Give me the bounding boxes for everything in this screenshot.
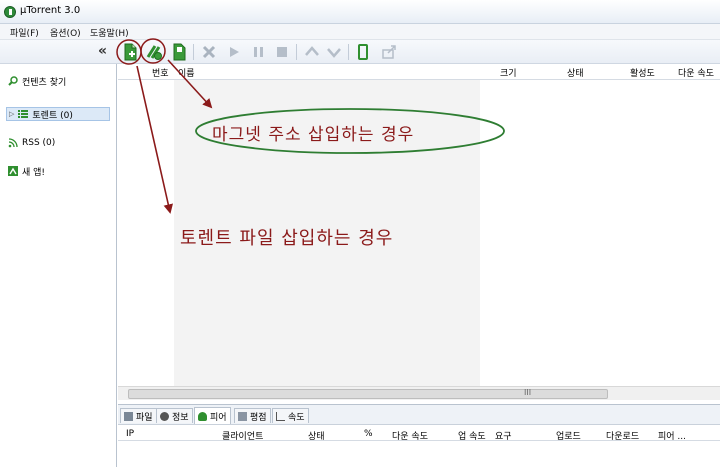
menu-options[interactable]: 옵션(O) [50,26,81,39]
menu-help[interactable]: 도움말(H) [90,26,129,39]
speed-graph-icon [276,411,285,421]
tab-files[interactable]: 파일 [120,408,157,423]
column-header-peer-status[interactable]: 상태 [308,429,325,442]
column-header-ip[interactable]: IP [126,429,134,439]
tab-info[interactable]: 정보 [156,408,193,423]
toolbar: « [0,40,720,64]
column-header-peer-download-speed[interactable]: 다운 속도 [392,429,428,442]
peers-icon [198,411,207,421]
column-header-name[interactable]: 이름 [178,66,195,79]
folder-icon [124,411,133,421]
peers-list: IP 클라이언트 상태 % 다운 속도 업 속도 요구 업로드 다운로드 피어 … [118,424,720,467]
sidebar-item-torrents[interactable]: ▷ 토렌트 (0) [6,107,110,121]
remote-device-icon[interactable] [354,43,372,61]
peers-list-header: IP 클라이언트 상태 % 다운 속도 업 속도 요구 업로드 다운로드 피어 … [118,427,720,442]
torrent-file-annotation-label: 토렌트 파일 삽입하는 경우 [180,228,394,249]
column-header-size[interactable]: 크기 [500,66,517,79]
toolbar-separator [296,44,297,60]
tab-speed[interactable]: 속도 [272,408,309,423]
toolbar-separator [193,44,194,60]
tab-label: 피어 [210,412,227,423]
detail-tabs: 파일 정보 피어 평점 속도 [118,404,720,424]
ratings-icon [238,411,247,421]
apps-icon [8,166,18,176]
column-header-number[interactable]: 번호 [152,66,169,79]
scrollbar-thumb[interactable] [128,389,608,399]
menu-file[interactable]: 파일(F) [10,26,39,39]
column-header-client[interactable]: 클라이언트 [222,429,263,442]
magnet-annotation-label: 마그넷 주소 삽입하는 경우 [212,125,415,145]
title-bar: µTorrent 3.0 [0,0,720,24]
sidebar-item-label: RSS (0) [22,138,56,148]
column-header-peers[interactable]: 피어 ... [658,429,686,442]
move-down-icon[interactable] [325,43,343,61]
column-header-availability[interactable]: 활성도 [630,66,655,79]
column-header-requests[interactable]: 요구 [495,429,512,442]
utorrent-logo-icon [4,6,16,18]
column-header-download-speed[interactable]: 다운 속도 [678,66,714,79]
stop-icon[interactable] [273,43,291,61]
column-header-uploaded[interactable]: 업로드 [556,429,581,442]
tab-ratings[interactable]: 평점 [234,408,271,423]
torrent-list-icon [18,110,29,118]
horizontal-scrollbar[interactable]: III [118,386,720,400]
move-up-icon[interactable] [303,43,321,61]
sidebar-item-label: 토렌트 (0) [32,110,73,121]
window-title: µTorrent 3.0 [20,5,81,16]
sidebar-item-find-content[interactable]: 컨텐츠 찾기 [8,74,66,88]
menu-bar: 파일(F) 옵션(O) 도움말(H) [0,24,720,40]
add-torrent-icon[interactable] [121,43,139,61]
tab-label: 속도 [288,412,305,423]
search-icon [8,76,18,86]
expand-arrow-icon[interactable]: ▷ [9,110,14,118]
column-header-downloaded[interactable]: 다운로드 [606,429,639,442]
tab-label: 평점 [250,412,267,423]
column-header-percent[interactable]: % [364,429,373,439]
tab-label: 정보 [172,412,189,423]
torrent-list-header: 번호 이름 크기 상태 활성도 다운 속도 [118,64,720,80]
remove-torrent-icon[interactable] [200,43,218,61]
create-torrent-icon[interactable] [170,43,188,61]
column-header-status[interactable]: 상태 [567,66,584,79]
sidebar-item-apps[interactable]: 새 앱! [8,164,45,178]
info-icon [160,411,169,421]
tab-peers[interactable]: 피어 [194,407,231,424]
collapse-sidebar-button[interactable]: « [98,43,107,59]
sidebar-item-rss[interactable]: RSS (0) [8,136,55,150]
column-header-upload-speed[interactable]: 업 속도 [458,429,486,442]
add-magnet-link-icon[interactable] [145,43,163,61]
share-icon[interactable] [380,43,398,61]
tab-label: 파일 [136,412,153,423]
pause-icon[interactable] [250,43,268,61]
sidebar-item-label: 새 앱! [22,167,46,178]
sidebar-item-label: 컨텐츠 찾기 [22,77,67,88]
toolbar-separator [348,44,349,60]
scrollbar-grip: III [524,388,532,397]
start-icon[interactable] [225,43,243,61]
sidebar: 컨텐츠 찾기 ▷ 토렌트 (0) RSS (0) 새 앱! [0,64,117,467]
rss-icon [8,138,18,148]
